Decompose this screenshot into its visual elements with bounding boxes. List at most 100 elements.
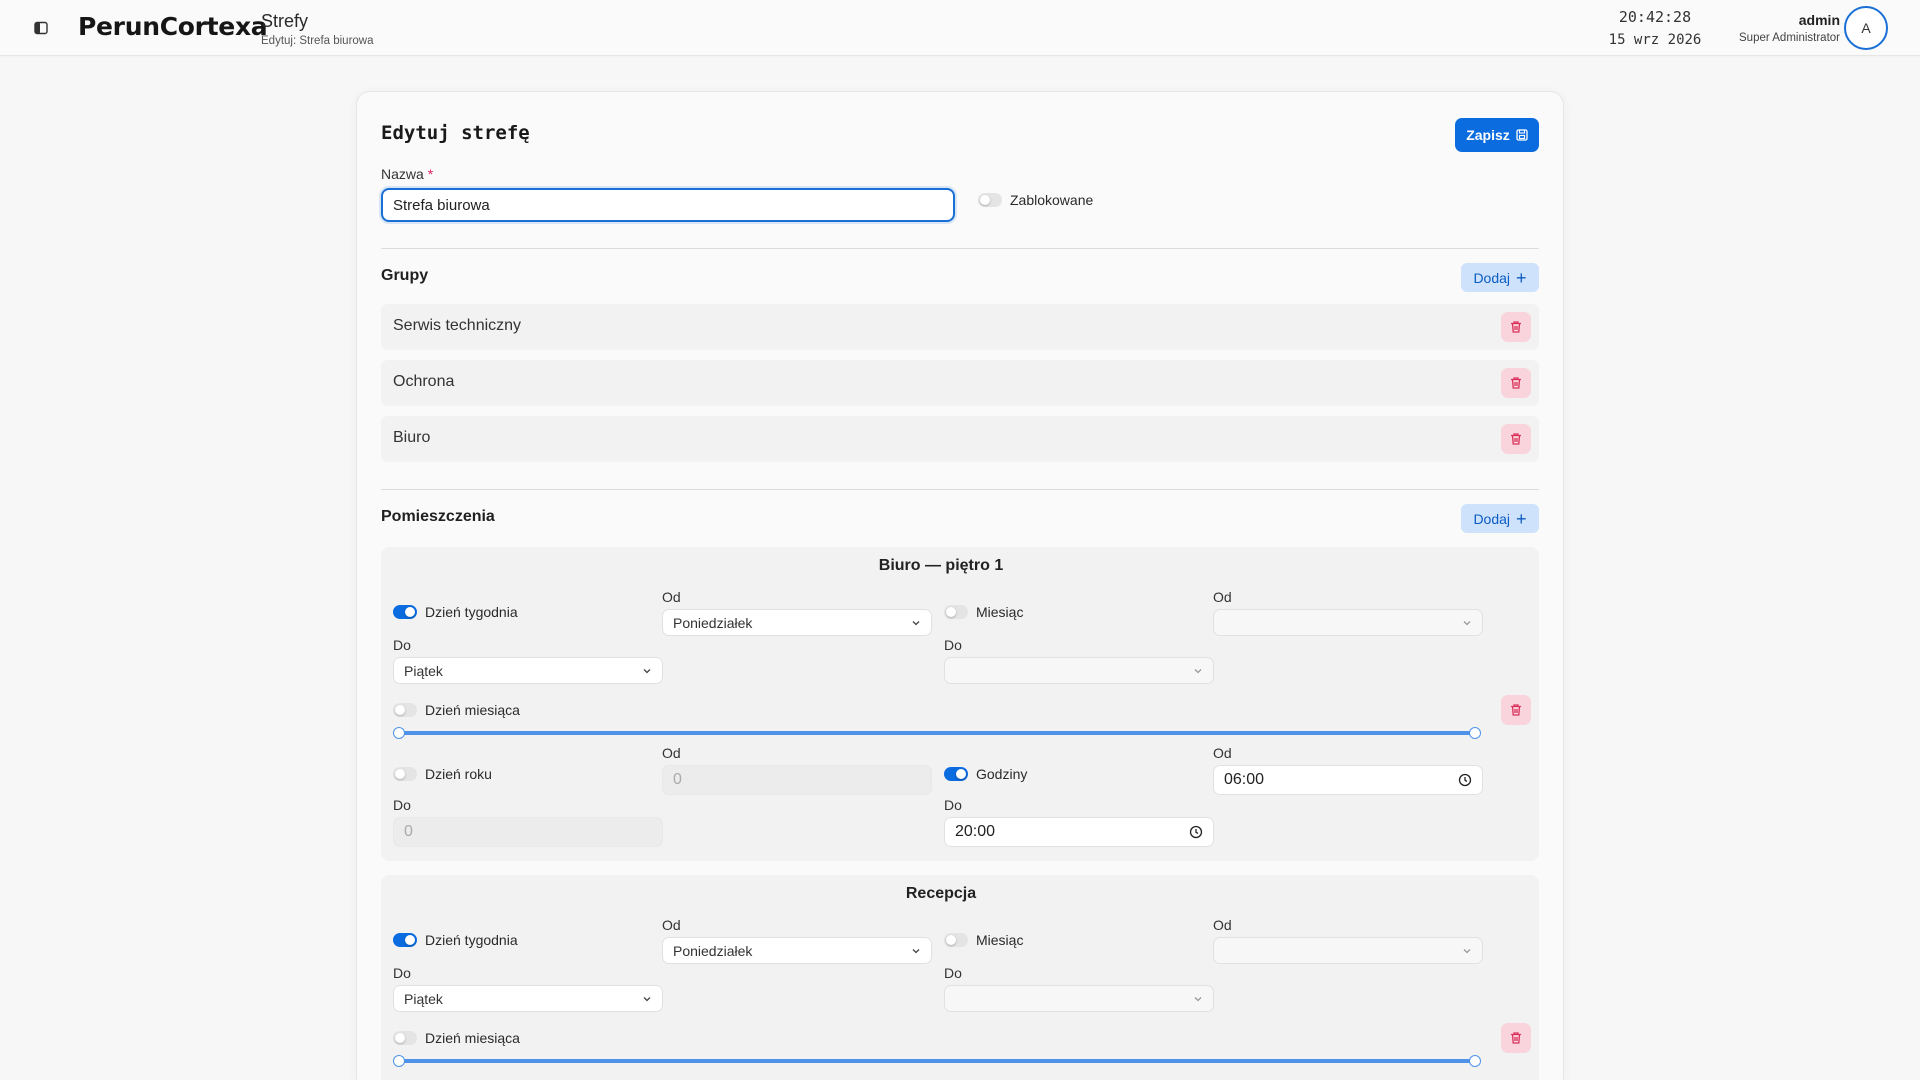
weekday-to-value: Piątek bbox=[404, 990, 443, 1007]
month-label: Miesiąc bbox=[976, 932, 1024, 948]
chevron-down-icon bbox=[643, 668, 651, 673]
weekday-to-label: Do bbox=[393, 965, 411, 981]
room-panel: Recepcja Dzień tygodnia Od Poniedziałek … bbox=[381, 875, 1539, 1080]
add-room-label: Dodaj bbox=[1473, 510, 1511, 527]
top-bar: PerunCortexa Strefy Edytuj: Strefa biuro… bbox=[0, 0, 1920, 56]
weekday-from-select[interactable]: Poniedziałek bbox=[662, 609, 932, 636]
clock-icon bbox=[1458, 773, 1472, 787]
add-room-button[interactable]: Dodaj + bbox=[1461, 504, 1539, 533]
chevron-down-icon bbox=[912, 948, 920, 953]
slider-thumb-start[interactable] bbox=[393, 1055, 405, 1067]
plus-icon: + bbox=[1516, 267, 1527, 288]
sidebar-toggle-button[interactable] bbox=[26, 16, 56, 40]
trash-icon bbox=[1511, 377, 1521, 389]
day-of-month-label: Dzień miesiąca bbox=[425, 1030, 520, 1046]
weekday-label: Dzień tygodnia bbox=[425, 604, 518, 620]
page-subtitle: Edytuj: Strefa biurowa bbox=[261, 35, 374, 47]
day-of-year-from-value: 0 bbox=[673, 771, 682, 788]
divider bbox=[381, 248, 1539, 249]
blocked-label: Zablokowane bbox=[1010, 192, 1094, 208]
day-of-year-switch[interactable] bbox=[393, 767, 417, 781]
add-group-button[interactable]: Dodaj + bbox=[1461, 263, 1539, 292]
sidebar-toggle-icon bbox=[34, 21, 48, 35]
slider-thumb-start[interactable] bbox=[393, 727, 405, 739]
weekday-to-select[interactable]: Piątek bbox=[393, 985, 663, 1012]
slider-track bbox=[399, 1059, 1475, 1063]
form-title: Edytuj strefę bbox=[381, 122, 530, 144]
delete-group-button[interactable] bbox=[1501, 368, 1531, 398]
month-to-select[interactable] bbox=[944, 985, 1214, 1012]
weekday-from-value: Poniedziałek bbox=[673, 942, 753, 959]
delete-room-button[interactable] bbox=[1501, 1023, 1531, 1053]
delete-group-button[interactable] bbox=[1501, 312, 1531, 342]
weekday-label: Dzień tygodnia bbox=[425, 932, 518, 948]
month-to-label: Do bbox=[944, 637, 962, 653]
room-panel: Biuro — piętro 1 Dzień tygodnia Od Ponie… bbox=[381, 547, 1539, 861]
room-name: Biuro — piętro 1 bbox=[878, 557, 1004, 574]
weekday-to-select[interactable]: Piątek bbox=[393, 657, 663, 684]
name-input[interactable]: Strefa biurowa bbox=[381, 188, 955, 222]
month-to-select[interactable] bbox=[944, 657, 1214, 684]
avatar[interactable]: A bbox=[1844, 6, 1888, 50]
clock-icon bbox=[1189, 825, 1203, 839]
day-of-year-label: Dzień roku bbox=[425, 766, 492, 782]
avatar-initial: A bbox=[1861, 20, 1871, 36]
trash-icon bbox=[1511, 704, 1521, 716]
day-of-year-from-input[interactable]: 0 bbox=[662, 765, 932, 795]
clock-date: 15 wrz 2026 bbox=[1608, 32, 1702, 48]
name-label: Nazwa * bbox=[381, 166, 433, 182]
rooms-title: Pomieszczenia bbox=[381, 508, 495, 525]
delete-room-button[interactable] bbox=[1501, 695, 1531, 725]
chevron-down-icon bbox=[1463, 948, 1471, 953]
chevron-down-icon bbox=[912, 620, 920, 625]
hours-switch[interactable] bbox=[944, 767, 968, 781]
required-mark: * bbox=[427, 166, 434, 182]
day-of-month-slider[interactable] bbox=[393, 1054, 1481, 1068]
month-from-select[interactable] bbox=[1213, 937, 1483, 964]
day-of-year-from-label: Od bbox=[662, 745, 681, 761]
clock-time: 20:42:28 bbox=[1618, 8, 1692, 26]
weekday-from-value: Poniedziałek bbox=[673, 614, 753, 631]
delete-group-button[interactable] bbox=[1501, 424, 1531, 454]
month-switch[interactable] bbox=[944, 933, 968, 947]
month-from-select[interactable] bbox=[1213, 609, 1483, 636]
month-from-label: Od bbox=[1213, 589, 1232, 605]
chevron-down-icon bbox=[1194, 996, 1202, 1001]
groups-title: Grupy bbox=[381, 267, 429, 284]
hours-to-input[interactable]: 20:00 bbox=[944, 817, 1214, 847]
month-label: Miesiąc bbox=[976, 604, 1024, 620]
chevron-down-icon bbox=[1463, 620, 1471, 625]
weekday-switch[interactable] bbox=[393, 605, 417, 619]
day-of-month-slider[interactable] bbox=[393, 726, 1481, 740]
save-button-label: Zapisz bbox=[1466, 127, 1510, 143]
month-to-label: Do bbox=[944, 965, 962, 981]
hours-from-value: 06:00 bbox=[1224, 771, 1265, 788]
trash-icon bbox=[1511, 433, 1521, 445]
hours-to-label: Do bbox=[944, 797, 962, 813]
room-name: Recepcja bbox=[905, 885, 977, 902]
day-of-year-to-value: 0 bbox=[404, 823, 413, 840]
divider bbox=[381, 489, 1539, 490]
chevron-down-icon bbox=[1194, 668, 1202, 673]
day-of-month-switch[interactable] bbox=[393, 1031, 417, 1045]
user-role: Super Administrator bbox=[1739, 32, 1840, 44]
weekday-from-select[interactable]: Poniedziałek bbox=[662, 937, 932, 964]
weekday-switch[interactable] bbox=[393, 933, 417, 947]
day-of-year-to-label: Do bbox=[393, 797, 411, 813]
slider-thumb-end[interactable] bbox=[1469, 1055, 1481, 1067]
blocked-switch[interactable] bbox=[978, 193, 1002, 207]
month-switch[interactable] bbox=[944, 605, 968, 619]
group-row: Serwis techniczny bbox=[381, 304, 1539, 350]
chevron-down-icon bbox=[643, 996, 651, 1001]
day-of-month-switch[interactable] bbox=[393, 703, 417, 717]
save-button[interactable]: Zapisz bbox=[1455, 118, 1539, 152]
group-name: Serwis techniczny bbox=[393, 317, 522, 334]
day-of-year-to-input[interactable]: 0 bbox=[393, 817, 663, 847]
weekday-to-value: Piątek bbox=[404, 662, 443, 679]
hours-from-input[interactable]: 06:00 bbox=[1213, 765, 1483, 795]
month-from-label: Od bbox=[1213, 917, 1232, 933]
brand-logo[interactable]: PerunCortexa bbox=[78, 12, 268, 41]
slider-thumb-end[interactable] bbox=[1469, 727, 1481, 739]
weekday-to-label: Do bbox=[393, 637, 411, 653]
group-row: Ochrona bbox=[381, 360, 1539, 406]
